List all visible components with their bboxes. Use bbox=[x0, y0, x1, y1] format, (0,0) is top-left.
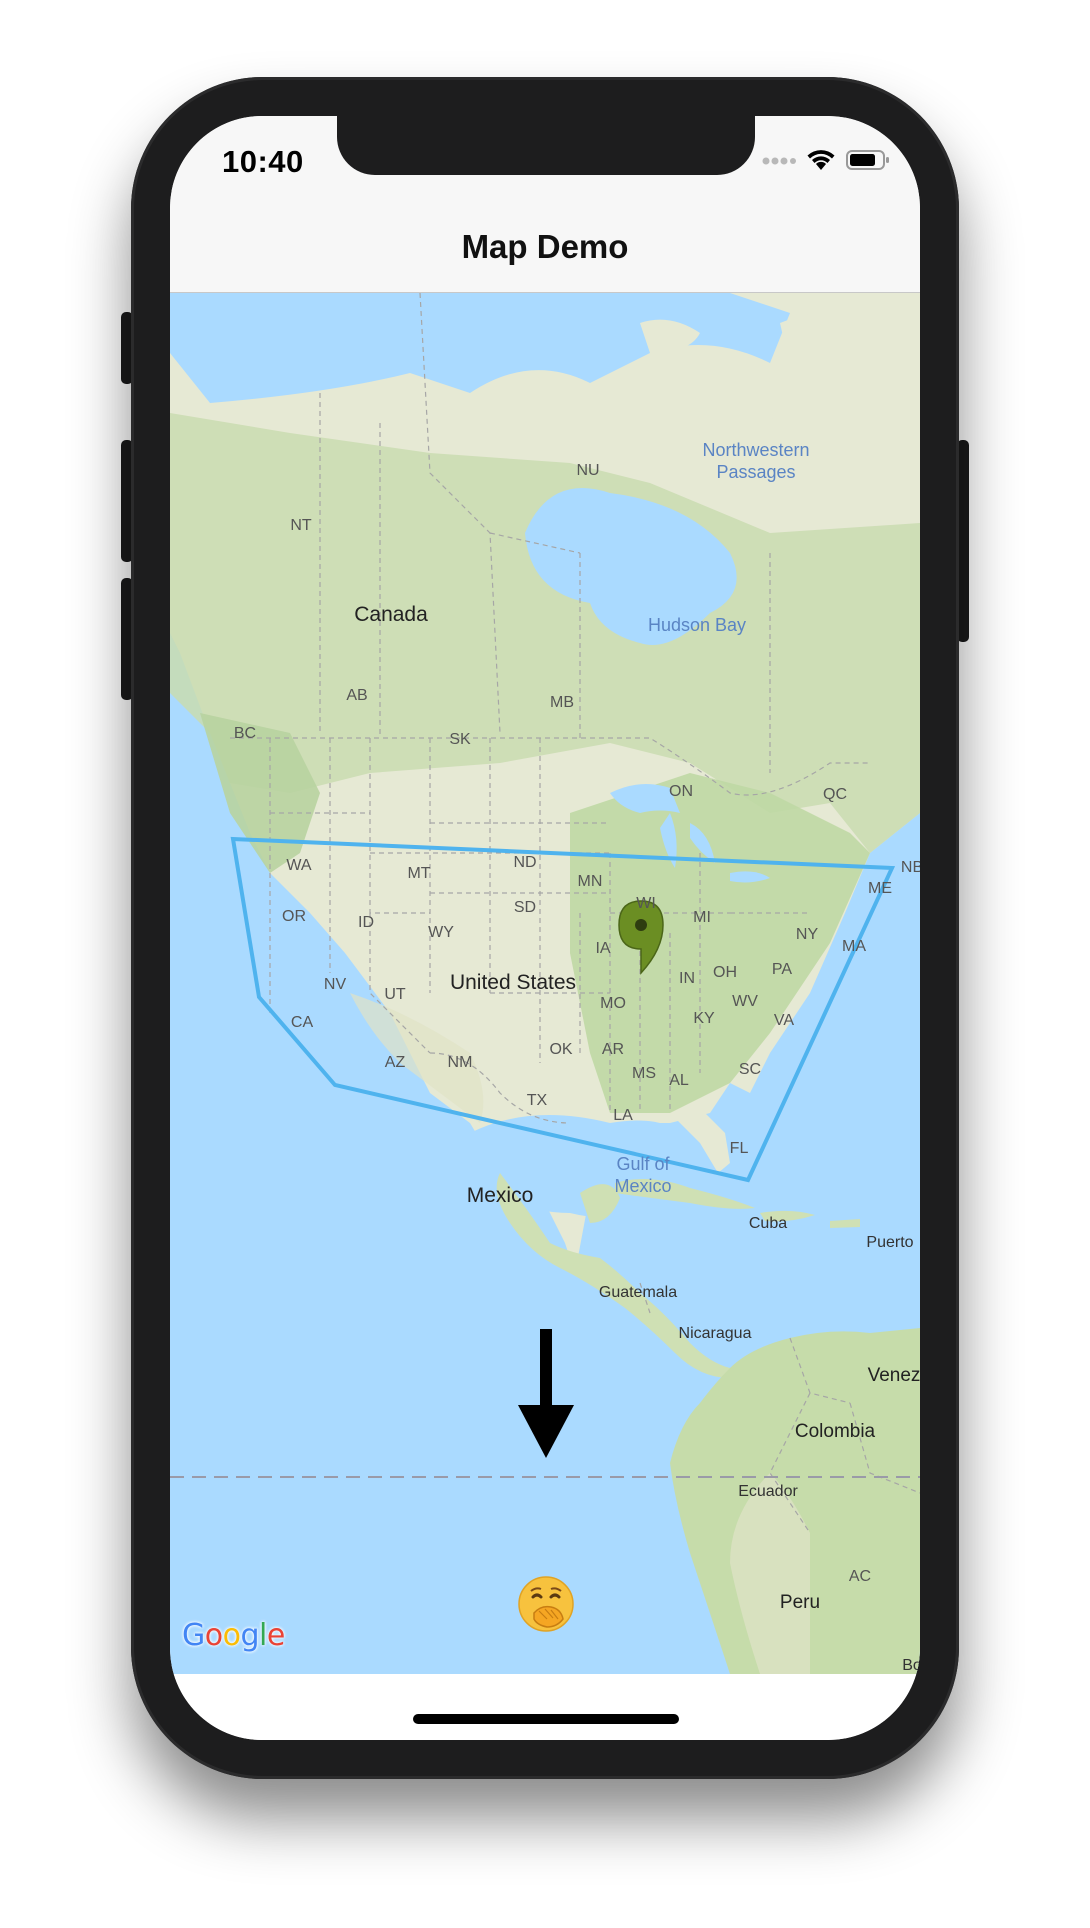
label-or: OR bbox=[282, 908, 306, 925]
label-northwestern-passages: Northwestern Passages bbox=[702, 440, 810, 482]
label-la: LA bbox=[613, 1107, 633, 1124]
label-nd: ND bbox=[513, 854, 537, 871]
label-nv: NV bbox=[323, 976, 347, 993]
label-gulf-of-mexico: Gulf of Mexico bbox=[614, 1154, 672, 1196]
label-pa: PA bbox=[771, 961, 793, 978]
label-ac: AC bbox=[848, 1568, 872, 1585]
label-wa: WA bbox=[286, 857, 312, 874]
google-logo-letter: o bbox=[222, 1618, 241, 1653]
google-logo-letter: o bbox=[204, 1618, 223, 1653]
label-united-states: United States bbox=[449, 971, 577, 994]
label-ca: CA bbox=[290, 1014, 314, 1031]
label-ut: UT bbox=[384, 986, 406, 1003]
label-ab: AB bbox=[346, 687, 368, 704]
label-va: VA bbox=[773, 1012, 795, 1029]
label-bo: Bo bbox=[902, 1657, 920, 1674]
label-me: ME bbox=[868, 880, 892, 897]
eastern-forest bbox=[570, 773, 870, 1113]
label-ny: NY bbox=[795, 926, 819, 943]
label-wv: WV bbox=[732, 993, 758, 1010]
label-peru: Peru bbox=[779, 1592, 821, 1613]
label-az: AZ bbox=[384, 1054, 406, 1071]
down-arrow bbox=[518, 1329, 574, 1458]
label-nb: NB bbox=[900, 859, 920, 876]
signal-dots-icon bbox=[762, 153, 796, 171]
google-logo-letter: e bbox=[266, 1618, 285, 1653]
label-mi: MI bbox=[693, 909, 711, 926]
map-view[interactable]: Northwestern Passages NU NT Canada Hudso… bbox=[170, 293, 920, 1674]
label-bc: BC bbox=[233, 725, 257, 742]
label-puerto: Puerto bbox=[866, 1234, 914, 1251]
label-ar: AR bbox=[601, 1041, 625, 1058]
notch bbox=[337, 116, 755, 175]
status-time: 10:40 bbox=[222, 144, 304, 179]
label-mexico: Mexico bbox=[466, 1184, 534, 1207]
label-sd: SD bbox=[513, 899, 537, 916]
label-mb: MB bbox=[550, 694, 574, 711]
label-oh: OH bbox=[713, 964, 737, 981]
label-qc: QC bbox=[823, 786, 847, 803]
label-sc: SC bbox=[738, 1061, 762, 1078]
label-hudson-bay: Hudson Bay bbox=[647, 615, 747, 635]
status-icons bbox=[762, 148, 890, 176]
label-guatemala: Guatemala bbox=[598, 1284, 678, 1301]
google-logo: Google bbox=[182, 1618, 285, 1653]
label-wy: WY bbox=[428, 924, 454, 941]
phone-screen: Map Demo 10:40 Northwestern Passages NU … bbox=[170, 116, 920, 1740]
label-sk: SK bbox=[449, 731, 471, 748]
label-wi: WI bbox=[636, 895, 656, 912]
label-tx: TX bbox=[526, 1092, 548, 1109]
label-nt: NT bbox=[290, 517, 312, 534]
label-on: ON bbox=[669, 783, 693, 800]
label-ia: IA bbox=[595, 940, 611, 957]
google-logo-letter: l bbox=[259, 1618, 267, 1653]
face-with-hand-over-mouth-icon[interactable] bbox=[517, 1575, 575, 1633]
label-cuba: Cuba bbox=[748, 1215, 788, 1232]
label-mo: MO bbox=[600, 995, 626, 1012]
label-colombia: Colombia bbox=[794, 1421, 876, 1442]
label-ecuador: Ecuador bbox=[738, 1483, 798, 1500]
label-nicaragua: Nicaragua bbox=[678, 1325, 752, 1342]
label-in: IN bbox=[679, 970, 695, 987]
wifi-icon bbox=[806, 148, 836, 177]
stage: Map Demo 10:40 Northwestern Passages NU … bbox=[0, 0, 1090, 1928]
label-ms: MS bbox=[632, 1065, 656, 1082]
label-mn: MN bbox=[577, 873, 603, 890]
home-indicator[interactable] bbox=[413, 1714, 679, 1724]
label-ky: KY bbox=[693, 1010, 715, 1027]
label-ma: MA bbox=[842, 938, 866, 955]
page-title: Map Demo bbox=[461, 228, 629, 265]
label-mt: MT bbox=[407, 865, 431, 882]
label-al: AL bbox=[669, 1072, 689, 1089]
battery-icon bbox=[846, 149, 890, 176]
google-logo-letter: g bbox=[240, 1618, 260, 1653]
label-nu: NU bbox=[576, 462, 600, 479]
google-logo-letter: G bbox=[182, 1618, 205, 1653]
label-venez: Venez bbox=[867, 1365, 920, 1386]
label-ok: OK bbox=[549, 1041, 573, 1058]
label-fl: FL bbox=[729, 1140, 749, 1157]
label-nm: NM bbox=[447, 1054, 473, 1071]
label-id: ID bbox=[358, 914, 374, 931]
label-canada: Canada bbox=[354, 603, 428, 626]
home-indicator-area bbox=[170, 1674, 920, 1740]
